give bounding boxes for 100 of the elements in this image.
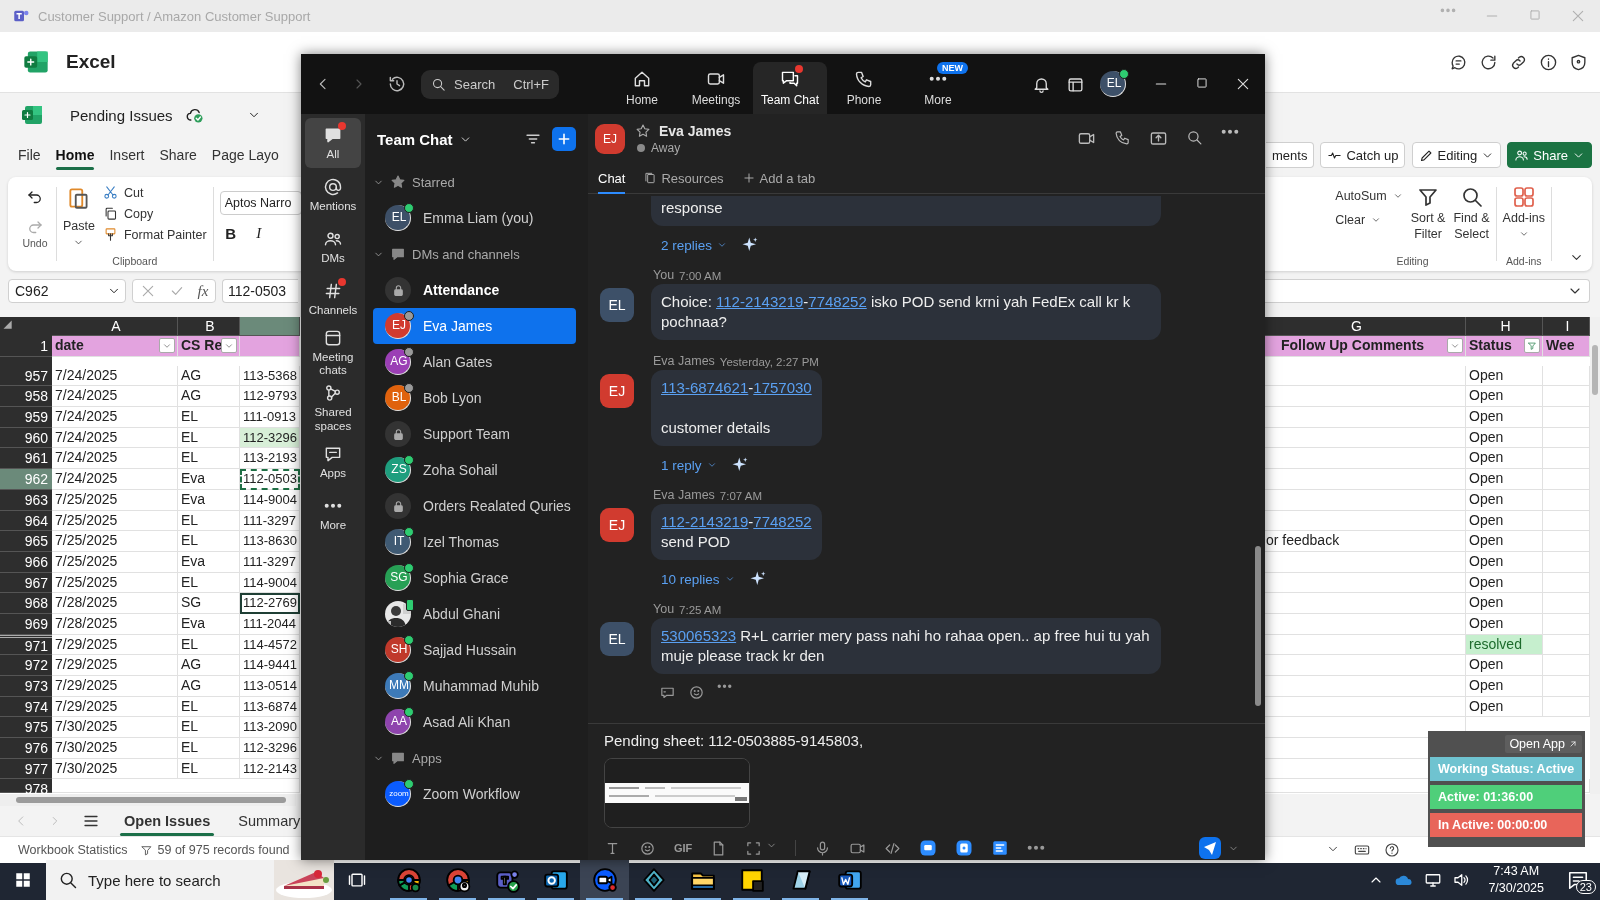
- row-number[interactable]: 971: [0, 634, 52, 656]
- gif-button[interactable]: GIF: [674, 842, 693, 854]
- chat-item[interactable]: BL Bob Lyon: [373, 380, 576, 416]
- row-number[interactable]: 958: [0, 386, 52, 408]
- search-field[interactable]: Search Ctrl+F: [421, 69, 559, 99]
- format-painter-button[interactable]: Format Painter: [102, 227, 207, 242]
- cut-button[interactable]: Cut: [102, 185, 207, 200]
- file-name[interactable]: Pending Issues: [70, 106, 173, 124]
- row-number[interactable]: 965: [0, 531, 52, 552]
- chat-item[interactable]: Abdul Ghani: [373, 596, 576, 632]
- nav-tab[interactable]: Phone: [827, 62, 901, 114]
- section-header[interactable]: Apps: [412, 750, 442, 766]
- sheet-tab[interactable]: Open Issues: [120, 806, 215, 836]
- chat-item[interactable]: SG Sophia Grace: [373, 560, 576, 596]
- row-number[interactable]: 1: [0, 336, 52, 357]
- nav-tab[interactable]: Meetings: [679, 62, 753, 114]
- row-number[interactable]: 975: [0, 717, 52, 739]
- sidebar-item[interactable]: More: [305, 488, 361, 539]
- chat-item[interactable]: IT Izel Thomas: [373, 524, 576, 560]
- row-number[interactable]: 960: [0, 427, 52, 449]
- row-number[interactable]: 974: [0, 696, 52, 718]
- chat-item[interactable]: SH Sajjad Hussain: [373, 632, 576, 668]
- ribbon-tab[interactable]: Insert: [109, 140, 145, 170]
- chat-item[interactable]: AG Alan Gates: [373, 344, 576, 380]
- row-number[interactable]: 968: [0, 593, 52, 614]
- sidebar-item[interactable]: All: [305, 118, 361, 168]
- row-number[interactable]: 972: [0, 655, 52, 676]
- row-number[interactable]: 963: [0, 489, 52, 511]
- editing-button[interactable]: Editing: [1411, 142, 1502, 168]
- replies-link[interactable]: 10 replies: [661, 571, 735, 587]
- order-link[interactable]: 112-2143219: [716, 293, 804, 310]
- row-number[interactable]: 976: [0, 738, 52, 759]
- order-link[interactable]: 7748252: [808, 293, 867, 310]
- row-number[interactable]: 961: [0, 448, 52, 470]
- chat-tab[interactable]: Chat: [598, 163, 626, 193]
- chat-item[interactable]: EL Emma Liam (you): [373, 200, 576, 236]
- chat-item[interactable]: MM Muhammad Muhib: [373, 668, 576, 704]
- row-number[interactable]: 959: [0, 407, 52, 428]
- chat-item[interactable]: Support Team: [373, 416, 576, 452]
- clear-button[interactable]: Clear: [1335, 213, 1403, 227]
- sidebar-item[interactable]: Meeting chats: [305, 326, 361, 380]
- nav-tab[interactable]: Team Chat: [753, 62, 827, 114]
- column-header[interactable]: A: [52, 317, 178, 336]
- row-number[interactable]: 964: [0, 510, 52, 532]
- search-field[interactable]: Type here to search: [46, 860, 334, 900]
- row-number[interactable]: 977: [0, 758, 52, 780]
- chat-item[interactable]: ZS Zoha Sohail: [373, 452, 576, 488]
- replies-link[interactable]: 1 reply: [661, 457, 717, 473]
- row-number[interactable]: 957: [0, 365, 52, 387]
- row-number[interactable]: 969: [0, 613, 52, 635]
- sidebar-item[interactable]: Shared spaces: [305, 381, 361, 435]
- row-number[interactable]: 962: [0, 469, 52, 490]
- clock-date[interactable]: 7/30/2025: [1488, 880, 1544, 897]
- autosum-button[interactable]: AutoSum: [1335, 189, 1403, 203]
- sidebar-item[interactable]: DMs: [305, 222, 361, 272]
- find-select-button[interactable]: Find & Select: [1453, 185, 1490, 255]
- order-link[interactable]: 530065323: [661, 627, 737, 644]
- column-header[interactable]: B: [178, 317, 240, 336]
- order-link[interactable]: 7748252: [753, 513, 812, 530]
- section-header[interactable]: Starred: [412, 174, 455, 190]
- share-button[interactable]: Share: [1507, 142, 1592, 168]
- row-number[interactable]: 966: [0, 551, 52, 573]
- section-header[interactable]: DMs and channels: [412, 246, 520, 262]
- order-link[interactable]: 113-6874621: [661, 379, 749, 396]
- row-number[interactable]: 973: [0, 676, 52, 697]
- sheet-tab[interactable]: Summary: [234, 806, 305, 836]
- message-field[interactable]: Pending sheet: 112-0503885-9145803,: [604, 732, 1249, 754]
- chat-item[interactable]: AA Asad Ali Khan: [373, 704, 576, 740]
- function-button[interactable]: fx: [197, 282, 209, 300]
- sidebar-item[interactable]: Channels: [305, 274, 361, 324]
- panel-title[interactable]: Team Chat: [377, 130, 453, 148]
- clock-time[interactable]: 7:43 AM: [1493, 863, 1540, 880]
- open-app-button[interactable]: Open App: [1505, 735, 1582, 753]
- column-header[interactable]: H: [1466, 317, 1543, 336]
- nav-tab[interactable]: Home: [605, 62, 679, 114]
- sidebar-item[interactable]: Mentions: [305, 170, 361, 220]
- chat-tab[interactable]: Add a tab: [741, 163, 816, 193]
- order-link[interactable]: 1757030: [753, 379, 812, 396]
- chat-item[interactable]: EJ Eva James: [373, 308, 576, 344]
- ribbon-tab[interactable]: Page Layo: [211, 140, 279, 170]
- catch-up-button[interactable]: Catch up: [1320, 142, 1406, 168]
- chat-tab[interactable]: Resources: [643, 163, 724, 193]
- sidebar-item[interactable]: Apps: [305, 436, 361, 487]
- sort-filter-button[interactable]: Sort & Filter: [1410, 185, 1446, 255]
- italic-button[interactable]: I: [247, 225, 270, 242]
- chat-item[interactable]: Orders Realated Quries: [373, 488, 576, 524]
- nav-tab[interactable]: NEW More: [901, 62, 975, 114]
- add-ins-button[interactable]: Add-ins: [1502, 185, 1545, 255]
- column-header[interactable]: I: [1543, 317, 1590, 336]
- column-header[interactable]: G: [1265, 317, 1466, 336]
- order-link[interactable]: 112-2143219: [661, 513, 749, 530]
- row-number[interactable]: 967: [0, 572, 52, 594]
- bold-button[interactable]: B: [219, 225, 242, 242]
- copy-button[interactable]: Copy: [102, 206, 207, 221]
- ribbon-tab[interactable]: Share: [159, 140, 197, 170]
- chat-item[interactable]: Attendance: [373, 272, 576, 308]
- chat-item[interactable]: zoom Zoom Workflow: [373, 776, 576, 812]
- ribbon-tab[interactable]: Home: [55, 140, 95, 170]
- formula-field[interactable]: 112-0503: [222, 279, 298, 303]
- comments-button[interactable]: ments: [1266, 142, 1315, 168]
